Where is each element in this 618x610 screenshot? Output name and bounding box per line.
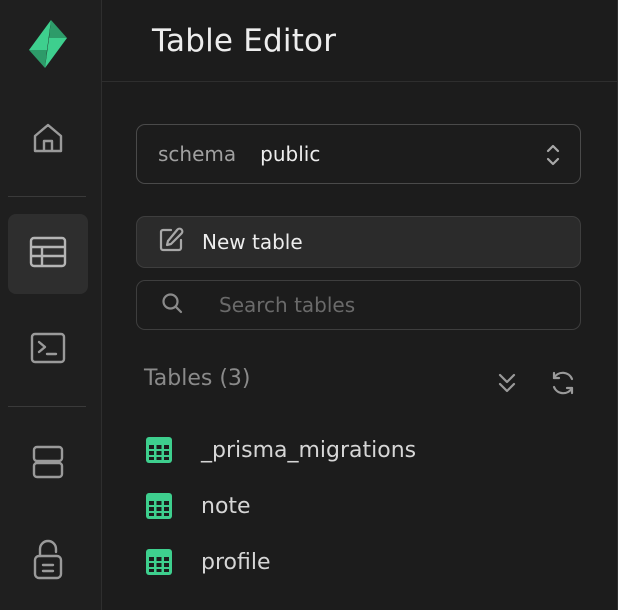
search-tables-input[interactable]: [219, 293, 559, 317]
nav-auth-button[interactable]: [8, 522, 88, 602]
table-name: _prisma_migrations: [201, 437, 417, 463]
search-tables-field[interactable]: [136, 280, 581, 330]
table-editor-icon: [29, 236, 67, 272]
nav-sql-editor-button[interactable]: [8, 310, 88, 390]
page-title: Table Editor: [152, 22, 337, 59]
table-icon: [144, 491, 174, 521]
collapse-all-icon[interactable]: [492, 368, 522, 398]
nav-table-editor-button[interactable]: [8, 214, 88, 294]
schema-selector[interactable]: schema public: [136, 124, 581, 184]
rail-divider: [8, 406, 86, 407]
tables-actions: [492, 368, 578, 398]
table-name: profile: [201, 549, 271, 575]
table-editor-panel: Table Editor schema public New table Sea…: [102, 0, 618, 610]
chevron-up-down-icon: [544, 142, 562, 172]
table-list-item[interactable]: profile: [144, 534, 564, 590]
logo-icon[interactable]: [23, 18, 73, 70]
refresh-icon[interactable]: [548, 368, 578, 398]
app-root: Table Editor schema public New table Sea…: [0, 0, 618, 610]
rail-divider: [8, 196, 86, 197]
table-name: note: [201, 493, 251, 519]
home-icon: [31, 121, 65, 159]
sql-editor-icon: [30, 332, 66, 368]
edit-icon: [157, 226, 185, 258]
tables-heading: Tables (3): [144, 366, 251, 391]
panel-header: Table Editor: [102, 0, 617, 82]
search-icon: [161, 292, 183, 318]
schema-label: schema: [158, 142, 237, 166]
table-list-item[interactable]: note: [144, 478, 564, 534]
table-icon: [144, 435, 174, 465]
new-table-button[interactable]: New table: [136, 216, 581, 268]
nav-database-button[interactable]: [8, 424, 88, 504]
database-icon: [31, 444, 65, 484]
table-list-item[interactable]: _prisma_migrations: [144, 422, 564, 478]
nav-home-button[interactable]: [8, 100, 88, 180]
table-icon: [144, 547, 174, 577]
table-list: _prisma_migrations note profile: [144, 422, 564, 590]
new-table-label: New table: [202, 230, 303, 254]
nav-rail: [0, 0, 102, 610]
auth-lock-icon: [32, 538, 64, 586]
schema-value: public: [260, 142, 321, 166]
